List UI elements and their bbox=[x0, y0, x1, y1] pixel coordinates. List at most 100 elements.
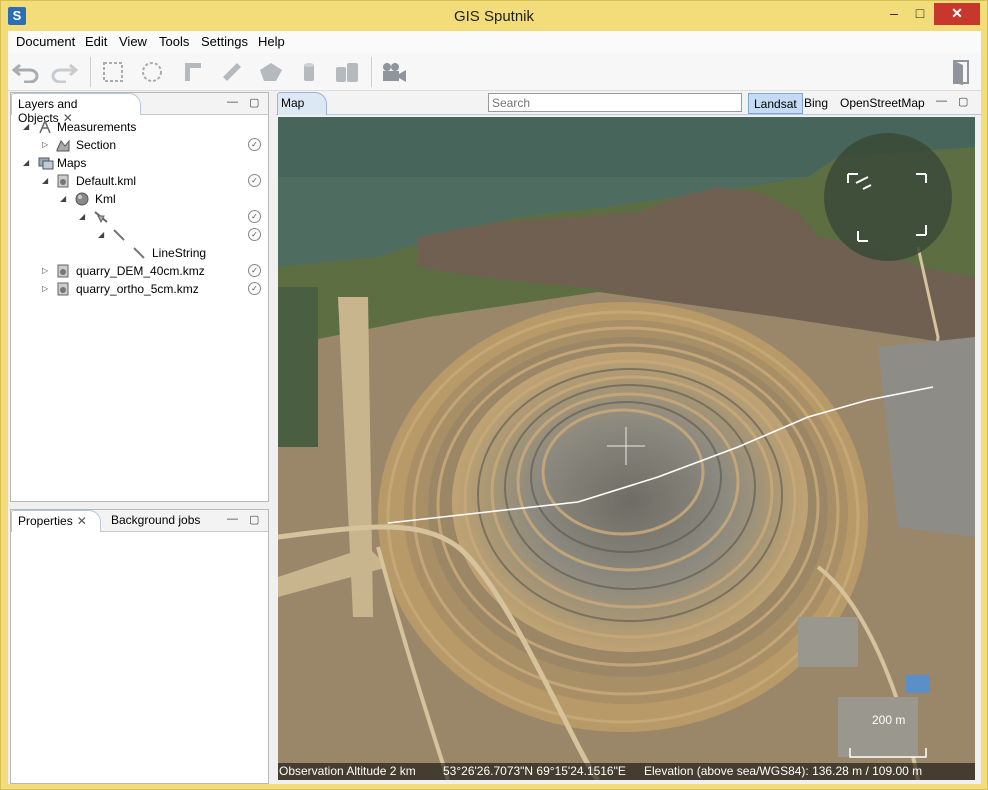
tab-background-jobs[interactable]: Background jobs bbox=[105, 510, 206, 532]
menu-help[interactable]: Help bbox=[258, 34, 285, 49]
minimize-button[interactable]: – bbox=[881, 3, 907, 25]
expand-icon[interactable]: ◢ bbox=[98, 226, 104, 244]
source-bing-button[interactable]: Bing bbox=[799, 93, 833, 114]
expand-icon[interactable]: ◢ bbox=[79, 208, 85, 226]
visibility-check-icon[interactable]: ✓ bbox=[248, 138, 261, 151]
cylinders-icon[interactable] bbox=[332, 58, 362, 86]
visibility-check-icon[interactable]: ✓ bbox=[248, 282, 261, 295]
menu-settings[interactable]: Settings bbox=[201, 34, 248, 49]
client-area: Document Edit View Tools Settings Help L… bbox=[8, 31, 981, 784]
expand-icon[interactable]: ▷ bbox=[42, 280, 48, 298]
area-icon[interactable] bbox=[256, 58, 286, 86]
redo-icon[interactable] bbox=[49, 58, 79, 86]
tree-label: Default.kml bbox=[76, 174, 137, 188]
app-window: S GIS Sputnik – □ ✕ Document Edit View T… bbox=[0, 0, 988, 790]
linestring-icon bbox=[132, 246, 146, 260]
section-icon bbox=[56, 138, 70, 152]
tree-row[interactable]: ◢ ✓ bbox=[11, 226, 268, 244]
tab-properties[interactable]: Properties ✕ bbox=[11, 510, 101, 532]
status-elevation: Elevation (above sea/WGS84): 136.28 m / … bbox=[644, 764, 923, 778]
expand-icon[interactable]: ◢ bbox=[23, 154, 29, 172]
visibility-check-icon[interactable]: ✓ bbox=[248, 228, 261, 241]
exit-icon[interactable] bbox=[946, 58, 976, 86]
menu-tools[interactable]: Tools bbox=[159, 34, 189, 49]
window-title: GIS Sputnik bbox=[453, 8, 535, 25]
tree-label: quarry_ortho_5cm.kmz bbox=[76, 282, 199, 296]
minimize-panel-icon[interactable]: — bbox=[227, 96, 238, 108]
select-circle-icon[interactable] bbox=[137, 58, 167, 86]
maximize-button[interactable]: □ bbox=[907, 3, 933, 25]
map-tab-bar: Map Landsat Bing OpenStreetMap — ▢ bbox=[276, 91, 981, 115]
tree-row[interactable]: ▷ quarry_ortho_5cm.kmz ✓ bbox=[11, 280, 268, 298]
source-landsat-button[interactable]: Landsat bbox=[748, 93, 803, 114]
tree-row[interactable]: LineString bbox=[11, 244, 268, 262]
tab-map[interactable]: Map bbox=[277, 92, 327, 115]
undo-icon[interactable] bbox=[11, 58, 41, 86]
kmz-file-icon bbox=[56, 264, 70, 278]
menu-view[interactable]: View bbox=[119, 34, 147, 49]
maps-icon bbox=[38, 156, 54, 170]
maximize-panel-icon[interactable]: ▢ bbox=[249, 96, 259, 109]
tree-label: quarry_DEM_40cm.kmz bbox=[76, 264, 205, 278]
tree-row[interactable]: ◢ Default.kml ✓ bbox=[11, 172, 268, 190]
ruler-icon[interactable] bbox=[178, 58, 208, 86]
layers-panel: Layers and Objects ✕ — ▢ ◢ Measurements ▷… bbox=[10, 92, 269, 502]
measure-tape-icon[interactable] bbox=[217, 58, 247, 86]
maximize-panel-icon[interactable]: ▢ bbox=[249, 513, 259, 526]
minimize-panel-icon[interactable]: — bbox=[936, 95, 947, 107]
expand-icon[interactable]: ◢ bbox=[42, 172, 48, 190]
placemark-icon bbox=[93, 210, 108, 224]
tree-row[interactable]: ◢ Kml bbox=[11, 190, 268, 208]
tree-label: Maps bbox=[57, 156, 87, 170]
expand-icon[interactable]: ▷ bbox=[42, 262, 48, 280]
search-input[interactable] bbox=[488, 93, 742, 112]
map-status-bar: Observation Altitude 2 km 53°26'26.7073"… bbox=[278, 763, 975, 780]
expand-icon[interactable]: ▷ bbox=[42, 136, 48, 154]
cylinder-icon[interactable] bbox=[294, 58, 324, 86]
toolbar bbox=[8, 53, 981, 91]
close-icon[interactable]: ✕ bbox=[77, 514, 87, 528]
close-button[interactable]: ✕ bbox=[934, 3, 980, 25]
properties-panel: Properties ✕ Background jobs — ▢ bbox=[10, 509, 269, 784]
map-panel: Map Landsat Bing OpenStreetMap — ▢ bbox=[276, 91, 981, 784]
minimize-panel-icon[interactable]: — bbox=[227, 513, 238, 525]
kmz-file-icon bbox=[56, 282, 70, 296]
source-osm-button[interactable]: OpenStreetMap bbox=[835, 93, 930, 114]
select-rect-icon[interactable] bbox=[98, 58, 128, 86]
tree-row[interactable]: ▷ quarry_DEM_40cm.kmz ✓ bbox=[11, 262, 268, 280]
visibility-check-icon[interactable]: ✓ bbox=[248, 264, 261, 277]
tree-label: Kml bbox=[95, 192, 116, 206]
kml-file-icon bbox=[56, 174, 70, 188]
tree-row[interactable]: ◢ ✓ bbox=[11, 208, 268, 226]
layers-panel-header: Layers and Objects ✕ — ▢ bbox=[11, 93, 268, 125]
visibility-check-icon[interactable]: ✓ bbox=[248, 210, 261, 223]
tab-layers[interactable]: Layers and Objects ✕ bbox=[11, 93, 141, 125]
tree-label: LineString bbox=[152, 246, 207, 260]
scale-bar-label: 200 m bbox=[872, 713, 906, 727]
globe-icon bbox=[75, 192, 89, 206]
visibility-check-icon[interactable]: ✓ bbox=[248, 174, 261, 187]
tree-row[interactable]: ▷ Section ✓ bbox=[11, 136, 268, 154]
menu-bar: Document Edit View Tools Settings Help bbox=[8, 31, 981, 53]
tree-label: Measurements bbox=[57, 120, 137, 134]
expand-icon[interactable]: ◢ bbox=[60, 190, 66, 208]
measurement-icon bbox=[38, 119, 52, 134]
tree-row[interactable]: ◢ Measurements bbox=[11, 118, 268, 136]
menu-document[interactable]: Document bbox=[16, 34, 75, 49]
toolbar-separator bbox=[371, 57, 372, 87]
tree-label: Section bbox=[76, 138, 117, 152]
title-bar[interactable]: S GIS Sputnik – □ ✕ bbox=[1, 1, 987, 31]
map-view[interactable]: 200 m Observation Altitude 2 km 53°26'26… bbox=[278, 117, 975, 780]
properties-panel-header: Properties ✕ Background jobs — ▢ bbox=[11, 510, 268, 532]
layers-tree: ◢ Measurements ▷ Section ✓ ◢ Maps ◢ Defa… bbox=[11, 116, 268, 501]
video-camera-icon[interactable] bbox=[379, 58, 409, 86]
status-altitude: Observation Altitude 2 km bbox=[279, 764, 416, 778]
line-icon bbox=[112, 228, 126, 242]
expand-icon[interactable]: ◢ bbox=[23, 118, 29, 136]
toolbar-separator bbox=[90, 57, 91, 87]
tree-row[interactable]: ◢ Maps bbox=[11, 154, 268, 172]
maximize-panel-icon[interactable]: ▢ bbox=[958, 95, 968, 108]
tab-properties-label: Properties bbox=[18, 514, 73, 528]
menu-edit[interactable]: Edit bbox=[85, 34, 107, 49]
tab-background-jobs-label: Background jobs bbox=[111, 513, 201, 527]
